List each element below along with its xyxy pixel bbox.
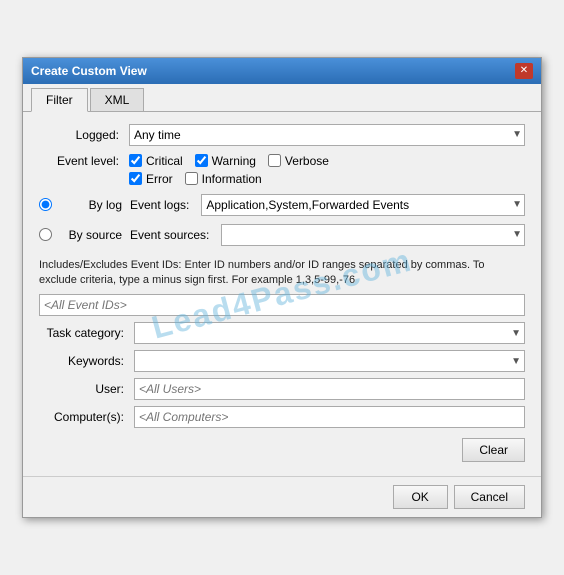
event-ids-row: [39, 294, 525, 316]
computers-label: Computer(s):: [39, 410, 134, 424]
information-checkbox-wrap[interactable]: Information: [185, 172, 262, 186]
critical-checkbox-wrap[interactable]: Critical: [129, 154, 183, 168]
computers-wrap: [134, 406, 525, 428]
event-level-row-2: Error Information: [129, 172, 329, 186]
computers-row: Computer(s):: [39, 406, 525, 428]
verbose-checkbox-wrap[interactable]: Verbose: [268, 154, 329, 168]
log-source-section: By log Event logs: Application,System,Fo…: [39, 194, 525, 250]
cancel-button[interactable]: Cancel: [454, 485, 525, 509]
filter-content: Logged: Any time Last hour Last 12 hours…: [23, 112, 541, 477]
keywords-label: Keywords:: [39, 354, 134, 368]
event-ids-input[interactable]: [39, 294, 525, 316]
by-log-radio[interactable]: [39, 198, 52, 211]
ok-button[interactable]: OK: [393, 485, 448, 509]
event-level-options: Critical Warning Verbose: [129, 154, 329, 186]
tab-bar: Filter XML: [23, 84, 541, 112]
tab-xml[interactable]: XML: [90, 88, 145, 111]
task-category-row: Task category: ▼: [39, 322, 525, 344]
clear-button[interactable]: Clear: [462, 438, 525, 462]
clear-row: Clear: [39, 434, 525, 464]
keywords-row: Keywords: ▼: [39, 350, 525, 372]
user-row: User:: [39, 378, 525, 400]
event-logs-label: Event logs:: [130, 198, 193, 212]
computers-input[interactable]: [134, 406, 525, 428]
event-level-label: Event level:: [39, 154, 129, 168]
warning-checkbox[interactable]: [195, 154, 208, 167]
title-bar: Create Custom View ✕: [23, 58, 541, 84]
logged-select[interactable]: Any time Last hour Last 12 hours Last 24…: [129, 124, 525, 146]
warning-label: Warning: [212, 154, 256, 168]
event-logs-select[interactable]: Application,System,Forwarded Events: [201, 194, 525, 216]
logged-control: Any time Last hour Last 12 hours Last 24…: [129, 124, 525, 146]
event-level-row-1: Critical Warning Verbose: [129, 154, 329, 168]
logged-row: Logged: Any time Last hour Last 12 hours…: [39, 124, 525, 146]
by-source-radio[interactable]: [39, 228, 52, 241]
error-label: Error: [146, 172, 173, 186]
verbose-checkbox[interactable]: [268, 154, 281, 167]
logged-select-wrap: Any time Last hour Last 12 hours Last 24…: [129, 124, 525, 146]
event-sources-wrap: ▼: [221, 224, 525, 246]
task-category-select[interactable]: [134, 322, 525, 344]
event-level-row: Event level: Critical Warning: [39, 154, 525, 186]
critical-label: Critical: [146, 154, 183, 168]
dialog-title: Create Custom View: [31, 64, 147, 78]
warning-checkbox-wrap[interactable]: Warning: [195, 154, 256, 168]
task-category-wrap: ▼: [134, 322, 525, 344]
information-checkbox[interactable]: [185, 172, 198, 185]
footer-bar: OK Cancel: [23, 476, 541, 517]
task-category-label: Task category:: [39, 326, 134, 340]
error-checkbox[interactable]: [129, 172, 142, 185]
verbose-label: Verbose: [285, 154, 329, 168]
logged-label: Logged:: [39, 128, 129, 142]
keywords-select[interactable]: [134, 350, 525, 372]
tab-filter[interactable]: Filter: [31, 88, 88, 112]
user-label: User:: [39, 382, 134, 396]
event-logs-wrap: Application,System,Forwarded Events ▼: [201, 194, 525, 216]
by-source-row: By source Event sources: ▼: [39, 224, 525, 246]
information-label: Information: [202, 172, 262, 186]
description-text: Includes/Excludes Event IDs: Enter ID nu…: [39, 258, 525, 289]
user-wrap: [134, 378, 525, 400]
by-log-label: By log: [60, 198, 122, 212]
event-sources-select[interactable]: [221, 224, 525, 246]
dialog: Create Custom View ✕ Filter XML Lead4Pas…: [22, 57, 542, 519]
bottom-section: Task category: ▼ Keywords:: [39, 322, 525, 464]
keywords-wrap: ▼: [134, 350, 525, 372]
critical-checkbox[interactable]: [129, 154, 142, 167]
by-log-row: By log Event logs: Application,System,Fo…: [39, 194, 525, 216]
error-checkbox-wrap[interactable]: Error: [129, 172, 173, 186]
by-source-label: By source: [60, 228, 122, 242]
close-button[interactable]: ✕: [515, 63, 533, 79]
user-input[interactable]: [134, 378, 525, 400]
title-bar-buttons: ✕: [515, 63, 533, 79]
event-sources-label: Event sources:: [130, 228, 213, 242]
